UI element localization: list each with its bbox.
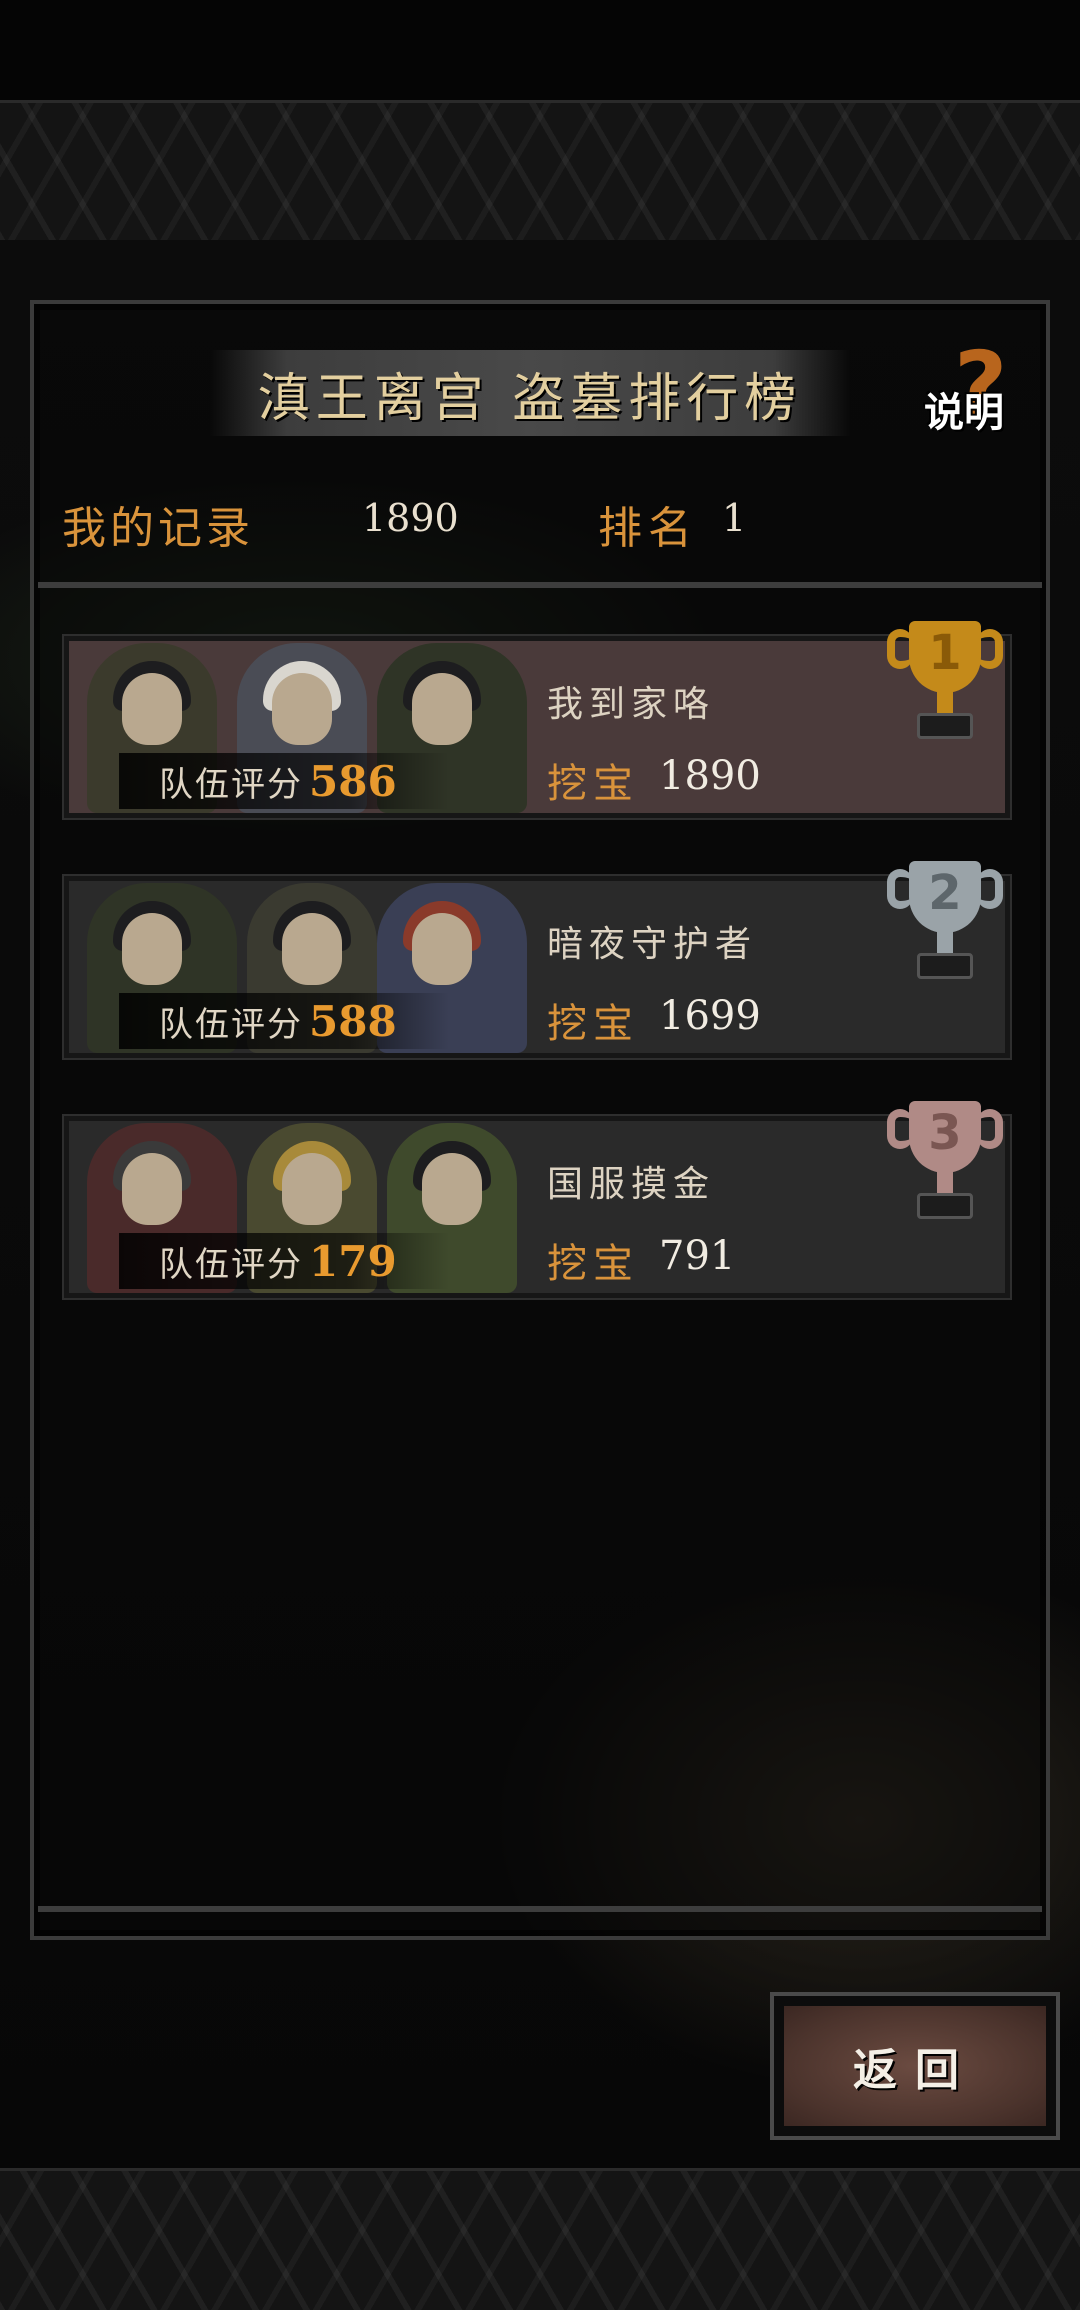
leaderboard-screen: 滇王离宫 盗墓排行榜 ? 说明 我的记录 1890 排名 1 队伍评分 586 …: [0, 0, 1080, 2310]
gold-trophy-icon: 1: [885, 621, 1005, 751]
header-divider: [38, 582, 1042, 588]
panel-bottom-divider: [38, 1906, 1042, 1912]
team-score-value: 588: [309, 996, 397, 1046]
dig-value: 1699: [659, 993, 761, 1039]
team-score-tag: 队伍评分 588: [119, 993, 449, 1049]
my-record-row: 我的记录 1890 排名 1: [62, 492, 1022, 562]
bottom-decorative-band: [0, 2168, 1080, 2310]
dig-value: 791: [659, 1233, 736, 1279]
rank-label: 排名: [598, 503, 698, 554]
rank-number: 2: [928, 865, 962, 921]
top-decorative-band: [0, 100, 1080, 246]
back-button-face: 返回: [784, 2006, 1046, 2126]
team-score-value: 586: [309, 756, 397, 806]
team-score-label: 队伍评分: [159, 1244, 303, 1285]
dig-label: 挖宝: [547, 1241, 639, 1287]
player-name: 我到家咯: [547, 684, 716, 725]
help-button[interactable]: ? 说明: [920, 332, 1040, 450]
back-button[interactable]: 返回: [770, 1992, 1060, 2140]
page-title: 滇王离宫 盗墓排行榜: [257, 368, 803, 429]
team-score-tag: 队伍评分 586: [119, 753, 449, 809]
back-button-label: 返回: [853, 2045, 977, 2096]
dig-value: 1890: [659, 753, 761, 799]
my-record-value: 1890: [362, 496, 459, 540]
rank-value: 1: [722, 496, 747, 540]
leaderboard-entry-2[interactable]: 队伍评分 588 暗夜守护者 挖宝 1699 2: [64, 861, 1010, 1058]
help-label: 说明: [924, 389, 1004, 436]
leaderboard-entry-3[interactable]: 队伍评分 179 国服摸金 挖宝 791 3: [64, 1101, 1010, 1298]
rank-number: 1: [928, 625, 962, 681]
my-record-label: 我的记录: [62, 503, 254, 554]
dig-label: 挖宝: [547, 761, 639, 807]
title-banner: 滇王离宫 盗墓排行榜: [210, 350, 850, 436]
dig-label: 挖宝: [547, 1001, 639, 1047]
leaderboard-entry-1[interactable]: 队伍评分 586 我到家咯 挖宝 1890 1: [64, 621, 1010, 818]
bronze-trophy-icon: 3: [885, 1101, 1005, 1231]
rank-number: 3: [928, 1105, 962, 1161]
team-score-value: 179: [309, 1236, 397, 1286]
team-score-label: 队伍评分: [159, 1004, 303, 1045]
silver-trophy-icon: 2: [885, 861, 1005, 991]
team-score-label: 队伍评分: [159, 764, 303, 805]
player-name: 暗夜守护者: [547, 924, 758, 965]
team-score-tag: 队伍评分 179: [119, 1233, 449, 1289]
player-name: 国服摸金: [547, 1164, 716, 1205]
